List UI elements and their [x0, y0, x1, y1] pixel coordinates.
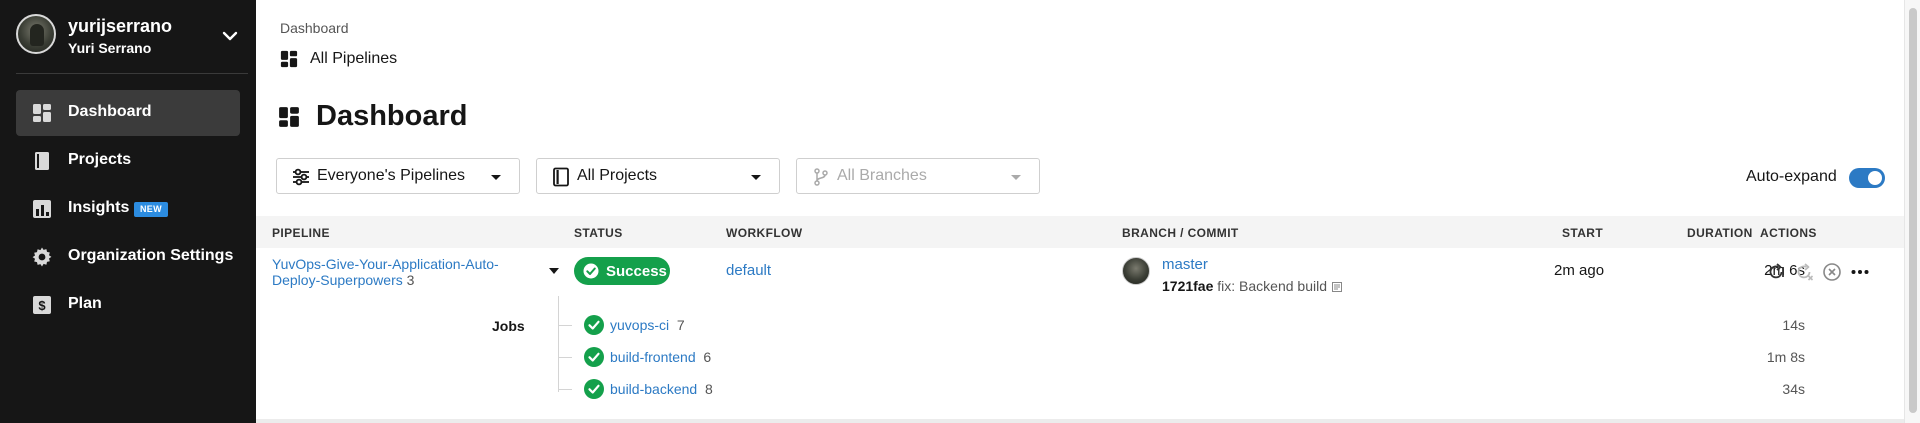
check-circle-icon	[584, 347, 604, 367]
jobs-tree-branch	[558, 357, 572, 358]
branch-icon	[814, 168, 828, 186]
sidebar: yurijserrano Yuri Serrano Dashboard Proj…	[0, 0, 256, 423]
note-icon	[1331, 282, 1342, 292]
sidebar-item-label: Organization Settings	[68, 247, 234, 264]
auto-expand-label: Auto-expand	[1746, 168, 1837, 185]
column-header-actions: ACTIONS	[1760, 226, 1817, 240]
username: yurijserrano	[68, 16, 173, 36]
check-circle-icon	[584, 379, 604, 399]
sidebar-item-label: Plan	[68, 295, 102, 312]
pipeline-start-time: 2m ago	[1554, 262, 1605, 279]
commit-message: fix: Backend build	[1217, 278, 1328, 294]
new-badge: NEW	[134, 202, 168, 217]
projects-filter-value: All Projects	[577, 167, 658, 184]
avatar	[16, 14, 56, 54]
sidebar-item-dashboard[interactable]: Dashboard	[16, 90, 240, 136]
svg-text:$: $	[38, 298, 46, 313]
scrollbar[interactable]	[1904, 0, 1920, 423]
branches-filter-value: All Branches	[837, 167, 927, 184]
status-label: Success	[606, 263, 667, 280]
main-content: Dashboard All Pipelines Dashboard Everyo	[256, 0, 1904, 423]
branch-link[interactable]: master	[1162, 256, 1208, 273]
pipelines-filter-value: Everyone's Pipelines	[317, 167, 466, 184]
sidebar-item-projects[interactable]: Projects	[16, 138, 240, 184]
column-header-workflow: WORKFLOW	[726, 226, 803, 240]
job-duration: 14s	[1782, 317, 1805, 333]
user-menu[interactable]: yurijserrano Yuri Serrano	[16, 14, 248, 60]
page-title: Dashboard	[316, 100, 468, 132]
job-link[interactable]: build-frontend 6	[610, 349, 711, 365]
job-number: 7	[676, 317, 685, 333]
user-full-name: Yuri Serrano	[68, 40, 152, 56]
job-link[interactable]: build-backend 8	[610, 381, 713, 397]
dollar-icon: $	[33, 296, 51, 314]
job-name: yuvops-ci	[610, 317, 670, 333]
expand-caret-icon[interactable]	[549, 268, 559, 274]
table-bottom-border	[256, 419, 1904, 423]
auto-expand-toggle[interactable]	[1849, 168, 1885, 188]
check-circle-icon	[583, 263, 599, 279]
filter-sliders-icon	[293, 168, 309, 186]
sidebar-item-insights[interactable]: Insights NEW	[16, 186, 240, 232]
pipeline-name-line2: Deploy-Superpowers	[272, 272, 403, 288]
chevron-down-icon	[1011, 175, 1021, 180]
breadcrumb-current: All Pipelines	[310, 50, 398, 67]
insights-icon	[33, 200, 51, 218]
more-options-icon[interactable]	[1849, 261, 1871, 283]
avatar	[1122, 257, 1150, 285]
pipelines-filter-select[interactable]: Everyone's Pipelines	[276, 158, 520, 194]
column-header-duration: DURATION	[1687, 226, 1753, 240]
book-icon	[35, 152, 49, 170]
job-link[interactable]: yuvops-ci 7	[610, 317, 685, 333]
branches-filter-select[interactable]: All Branches	[796, 158, 1040, 194]
jobs-label: Jobs	[492, 318, 525, 334]
workflow-link[interactable]: default	[726, 262, 771, 279]
status-badge[interactable]: Success	[574, 257, 670, 285]
rerun-icon[interactable]	[1765, 261, 1787, 283]
job-name: build-backend	[610, 381, 698, 397]
job-name: build-frontend	[610, 349, 696, 365]
column-header-start: START	[1562, 226, 1604, 240]
check-circle-icon	[584, 315, 604, 335]
cancel-icon[interactable]	[1821, 261, 1843, 283]
job-number: 8	[704, 381, 713, 397]
chevron-down-icon	[491, 175, 501, 180]
chevron-down-icon[interactable]	[220, 26, 240, 46]
column-header-branch-commit: BRANCH / COMMIT	[1122, 226, 1239, 240]
pipeline-name-line1: YuvOps-Give-Your-Application-Auto-	[272, 256, 499, 272]
projects-filter-select[interactable]: All Projects	[536, 158, 780, 194]
pipeline-name-link[interactable]: YuvOps-Give-Your-Application-Auto- Deplo…	[272, 256, 499, 288]
dashboard-icon	[279, 107, 299, 127]
column-header-pipeline: PIPELINE	[272, 226, 330, 240]
pipeline-number: 3	[406, 272, 415, 288]
book-icon	[553, 167, 569, 187]
jobs-tree-branch	[558, 389, 572, 390]
dashboard-icon	[280, 50, 298, 68]
dashboard-icon	[33, 104, 51, 122]
sidebar-item-label: Insights	[68, 199, 130, 216]
sidebar-item-organization-settings[interactable]: Organization Settings	[16, 234, 240, 280]
job-duration: 1m 8s	[1766, 349, 1805, 365]
chevron-down-icon	[751, 175, 761, 180]
gear-icon	[32, 247, 52, 267]
sidebar-divider	[16, 73, 248, 74]
scrollbar-thumb[interactable]	[1909, 8, 1917, 413]
commit-hash: 1721fae	[1162, 278, 1214, 294]
sidebar-item-plan[interactable]: $ Plan	[16, 282, 240, 328]
job-duration: 34s	[1782, 381, 1805, 397]
jobs-tree-branch	[558, 325, 572, 326]
column-header-status: STATUS	[574, 226, 623, 240]
jobs-tree-line	[558, 296, 559, 392]
table-header: PIPELINE STATUS WORKFLOW BRANCH / COMMIT…	[256, 216, 1904, 248]
pipeline-duration: 2m 6s	[1764, 262, 1805, 279]
breadcrumb-root[interactable]: Dashboard	[280, 20, 349, 36]
job-number: 6	[703, 349, 712, 365]
rerun-failed-icon[interactable]	[1793, 261, 1815, 283]
commit-info[interactable]: 1721fae fix: Backend build	[1162, 278, 1343, 294]
sidebar-item-label: Dashboard	[68, 103, 152, 120]
sidebar-item-label: Projects	[68, 151, 132, 168]
